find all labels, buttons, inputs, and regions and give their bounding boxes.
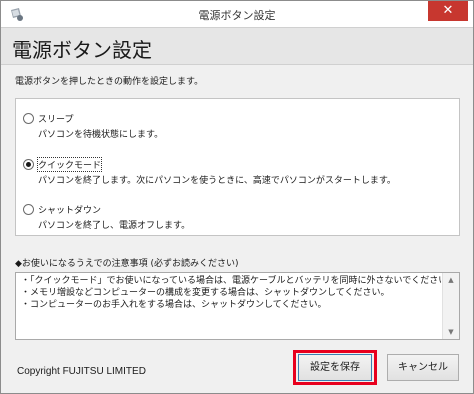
cancel-button[interactable]: キャンセル (387, 354, 459, 381)
title-bar[interactable]: 電源ボタン設定 ✕ (1, 1, 473, 27)
header-banner: 電源ボタン設定 (1, 27, 473, 65)
notice-textbox[interactable]: ・「クイックモード」でお使いになっている場合は、電源ケーブルとバッテリを同時に外… (15, 272, 460, 340)
option-quick-mode-label[interactable]: クイックモード (36, 157, 103, 172)
notice-scrollbar[interactable]: ▲ ▼ (442, 273, 459, 339)
instruction-text: 電源ボタンを押したときの動作を設定します。 (15, 77, 204, 87)
power-button-settings-window: 電源ボタン設定 ✕ 電源ボタン設定 電源ボタンを押したときの動作を設定します。 … (0, 0, 474, 394)
scroll-down-arrow-icon[interactable]: ▼ (443, 325, 459, 339)
option-shutdown-label[interactable]: シャットダウン (38, 203, 101, 216)
option-sleep-description: パソコンを待機状態にします。 (38, 130, 164, 140)
notice-heading: ◆お使いになるうえでの注意事項 (必ずお読みください) (15, 259, 239, 269)
window-title: 電源ボタン設定 (198, 9, 276, 22)
notice-lines: ・「クイックモード」でお使いになっている場合は、電源ケーブルとバッテリを同時に外… (21, 275, 441, 311)
option-shutdown-description: パソコンを終了し、電源オフします。 (38, 221, 191, 231)
page-title: 電源ボタン設定 (12, 38, 152, 62)
power-options-panel: スリープ パソコンを待機状態にします。 クイックモード パソコンを終了します。次… (15, 98, 460, 236)
radio-sleep[interactable] (23, 113, 34, 124)
close-button[interactable]: ✕ (428, 1, 468, 21)
copyright-text: Copyright FUJITSU LIMITED (17, 366, 146, 377)
option-sleep-label[interactable]: スリープ (38, 112, 73, 125)
notice-line: ・コンピューターのお手入れをする場合は、シャットダウンしてください。 (21, 300, 327, 310)
notice-line: ・「クイックモード」でお使いになっている場合は、電源ケーブルとバッテリを同時に外… (21, 276, 441, 286)
notice-line: ・メモリ増設などコンピューターの構成を変更する場合は、シャットダウンしてください… (21, 288, 390, 298)
scroll-up-arrow-icon[interactable]: ▲ (443, 273, 459, 287)
close-icon: ✕ (442, 3, 454, 18)
radio-quick-mode[interactable] (23, 159, 34, 170)
radio-shutdown[interactable] (23, 204, 34, 215)
save-settings-button[interactable]: 設定を保存 (298, 354, 372, 381)
option-quick-mode-description: パソコンを終了します。次にパソコンを使うときに、高速でパソコンがスタートします。 (38, 176, 396, 186)
